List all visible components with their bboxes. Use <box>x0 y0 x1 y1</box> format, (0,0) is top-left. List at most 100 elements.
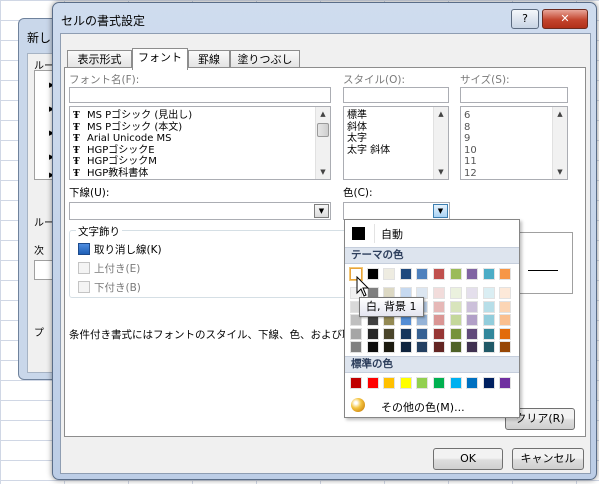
size-list-item[interactable]: 10 <box>461 145 551 157</box>
color-swatch[interactable] <box>499 341 512 353</box>
color-swatch[interactable] <box>433 314 445 326</box>
cancel-button[interactable]: キャンセル <box>512 448 584 470</box>
help-button[interactable]: ? <box>511 9 539 29</box>
style-input[interactable] <box>343 87 449 103</box>
font-list-item[interactable]: Ŧ Arial Unicode MS <box>70 133 315 145</box>
scroll-down-icon[interactable]: ▼ <box>553 165 567 179</box>
size-list-item[interactable]: 11 <box>461 156 551 168</box>
size-list-item[interactable]: 8 <box>461 122 551 134</box>
color-swatch[interactable] <box>449 300 462 313</box>
color-swatch[interactable] <box>383 268 396 280</box>
color-swatch[interactable] <box>482 327 495 340</box>
size-list-item[interactable]: 6 <box>461 110 551 122</box>
font-list-item[interactable]: Ŧ HGPゴシックM <box>70 156 315 168</box>
font-name-list[interactable]: Ŧ MS Pゴシック (見出し) Ŧ MS Pゴシック (本文) Ŧ Arial Un… <box>69 106 331 180</box>
color-swatch[interactable] <box>433 341 445 353</box>
strikethrough-label[interactable]: 取り消し線(K) <box>94 242 162 257</box>
size-list-scrollbar[interactable]: ▲ ▼ <box>552 107 567 179</box>
color-swatch[interactable] <box>433 268 445 280</box>
superscript-label[interactable]: 上付き(E) <box>94 261 140 276</box>
color-swatch[interactable] <box>416 327 429 340</box>
color-swatch[interactable] <box>416 341 429 353</box>
more-colors-option[interactable]: その他の色(M)... <box>345 396 519 416</box>
style-list[interactable]: 標準 斜体 太字 太字 斜体 ▲ ▼ <box>343 106 449 180</box>
color-swatch[interactable] <box>482 341 495 353</box>
color-swatch[interactable] <box>399 377 412 389</box>
superscript-checkbox[interactable] <box>78 262 90 274</box>
color-swatch[interactable] <box>449 268 462 280</box>
color-swatch[interactable] <box>366 341 379 353</box>
chevron-down-icon[interactable]: ▼ <box>433 204 448 218</box>
size-list[interactable]: 6 8 9 10 11 12 ▲ ▼ <box>460 106 568 180</box>
subscript-checkbox[interactable] <box>78 281 90 293</box>
font-list-item[interactable]: Ŧ MS Pゴシック (見出し) <box>70 110 315 122</box>
scroll-thumb[interactable] <box>317 123 329 137</box>
size-input[interactable] <box>460 87 568 103</box>
color-swatch[interactable] <box>416 268 429 280</box>
scroll-up-icon[interactable]: ▲ <box>553 107 567 121</box>
close-button[interactable]: ✕ <box>542 9 588 29</box>
color-swatch[interactable] <box>433 300 445 313</box>
color-swatch[interactable] <box>499 327 512 340</box>
scroll-down-icon[interactable]: ▼ <box>316 165 330 179</box>
color-swatch[interactable] <box>466 314 479 326</box>
style-list-item[interactable]: 斜体 <box>344 122 434 134</box>
font-list-scrollbar[interactable]: ▲ ▼ <box>315 107 330 179</box>
color-swatch[interactable] <box>482 314 495 326</box>
color-swatch[interactable] <box>449 341 462 353</box>
color-swatch[interactable] <box>466 287 479 299</box>
color-swatch[interactable] <box>482 287 495 299</box>
color-swatch[interactable] <box>433 287 445 299</box>
color-swatch[interactable] <box>350 327 362 340</box>
style-list-item[interactable]: 太字 斜体 <box>344 145 434 157</box>
color-swatch[interactable] <box>466 300 479 313</box>
size-list-item[interactable]: 12 <box>461 168 551 180</box>
color-swatch[interactable] <box>366 377 379 389</box>
color-swatch[interactable] <box>449 287 462 299</box>
color-swatch[interactable] <box>466 341 479 353</box>
color-swatch[interactable] <box>383 341 396 353</box>
color-swatch[interactable] <box>383 377 396 389</box>
strikethrough-checkbox[interactable] <box>78 243 90 255</box>
color-swatch[interactable] <box>350 341 362 353</box>
color-swatch[interactable] <box>499 377 512 389</box>
color-swatch[interactable] <box>366 327 379 340</box>
ok-button[interactable]: OK <box>433 448 503 470</box>
color-swatch[interactable] <box>466 268 479 280</box>
color-swatch[interactable] <box>482 377 495 389</box>
scroll-up-icon[interactable]: ▲ <box>434 107 448 121</box>
subscript-label[interactable]: 下付き(B) <box>94 280 141 295</box>
color-swatch[interactable] <box>433 327 445 340</box>
color-swatch[interactable] <box>433 377 445 389</box>
color-swatch[interactable] <box>482 300 495 313</box>
scroll-up-icon[interactable]: ▲ <box>316 107 330 121</box>
color-swatch[interactable] <box>350 377 362 389</box>
color-swatch[interactable] <box>482 268 495 280</box>
color-swatch[interactable] <box>399 268 412 280</box>
font-list-item[interactable]: Ŧ MS Pゴシック (本文) <box>70 122 315 134</box>
color-swatch[interactable] <box>499 300 512 313</box>
style-list-scrollbar[interactable]: ▲ ▼ <box>433 107 448 179</box>
chevron-down-icon[interactable]: ▼ <box>314 204 329 218</box>
scroll-down-icon[interactable]: ▼ <box>434 165 448 179</box>
tab-font[interactable]: フォント <box>132 48 188 70</box>
font-list-item[interactable]: Ŧ HGP教科書体 <box>70 168 315 180</box>
font-list-item[interactable]: Ŧ HGPゴシックE <box>70 145 315 157</box>
style-list-item[interactable]: 標準 <box>344 110 434 122</box>
color-swatch[interactable] <box>499 314 512 326</box>
color-swatch[interactable] <box>499 287 512 299</box>
color-swatch[interactable] <box>399 341 412 353</box>
color-swatch[interactable] <box>449 314 462 326</box>
color-swatch[interactable] <box>466 327 479 340</box>
font-name-input[interactable] <box>69 87 331 103</box>
color-swatch[interactable] <box>499 268 512 280</box>
color-swatch[interactable] <box>383 327 396 340</box>
color-swatch[interactable] <box>449 377 462 389</box>
size-list-item[interactable]: 9 <box>461 133 551 145</box>
automatic-color-option[interactable]: 自動 <box>345 222 519 245</box>
color-swatch[interactable] <box>416 377 429 389</box>
style-list-item[interactable]: 太字 <box>344 133 434 145</box>
color-swatch[interactable] <box>399 327 412 340</box>
color-swatch[interactable] <box>449 327 462 340</box>
color-dropdown[interactable]: ▼ <box>343 202 450 220</box>
